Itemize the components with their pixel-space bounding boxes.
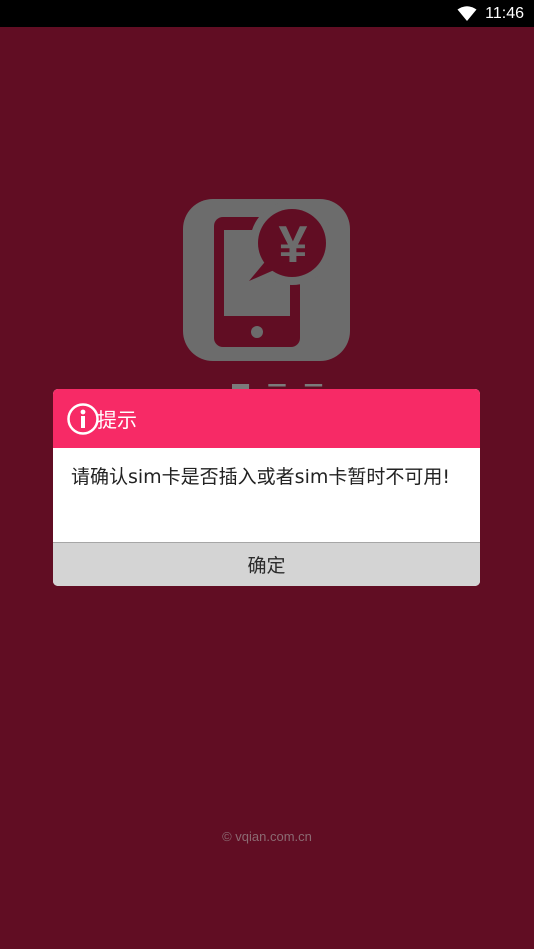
dialog-message: 请确认sim卡是否插入或者sim卡暂时不可用! xyxy=(53,448,480,542)
info-icon xyxy=(67,402,99,435)
confirm-button[interactable]: 确定 xyxy=(53,542,480,586)
app-logo-icon: ¥ xyxy=(183,199,350,361)
status-time: 11:46 xyxy=(485,4,524,22)
yuan-symbol: ¥ xyxy=(279,216,308,274)
wifi-icon xyxy=(457,5,477,21)
alert-dialog: 提示 请确认sim卡是否插入或者sim卡暂时不可用! 确定 xyxy=(53,389,480,586)
status-icons: 11:46 xyxy=(457,0,524,27)
dialog-header: 提示 xyxy=(53,389,480,448)
dialog-title: 提示 xyxy=(97,408,137,432)
copyright-text: © vqian.com.cn xyxy=(222,829,312,844)
phone-home-button xyxy=(251,326,263,338)
status-bar: 11:46 xyxy=(0,0,534,27)
